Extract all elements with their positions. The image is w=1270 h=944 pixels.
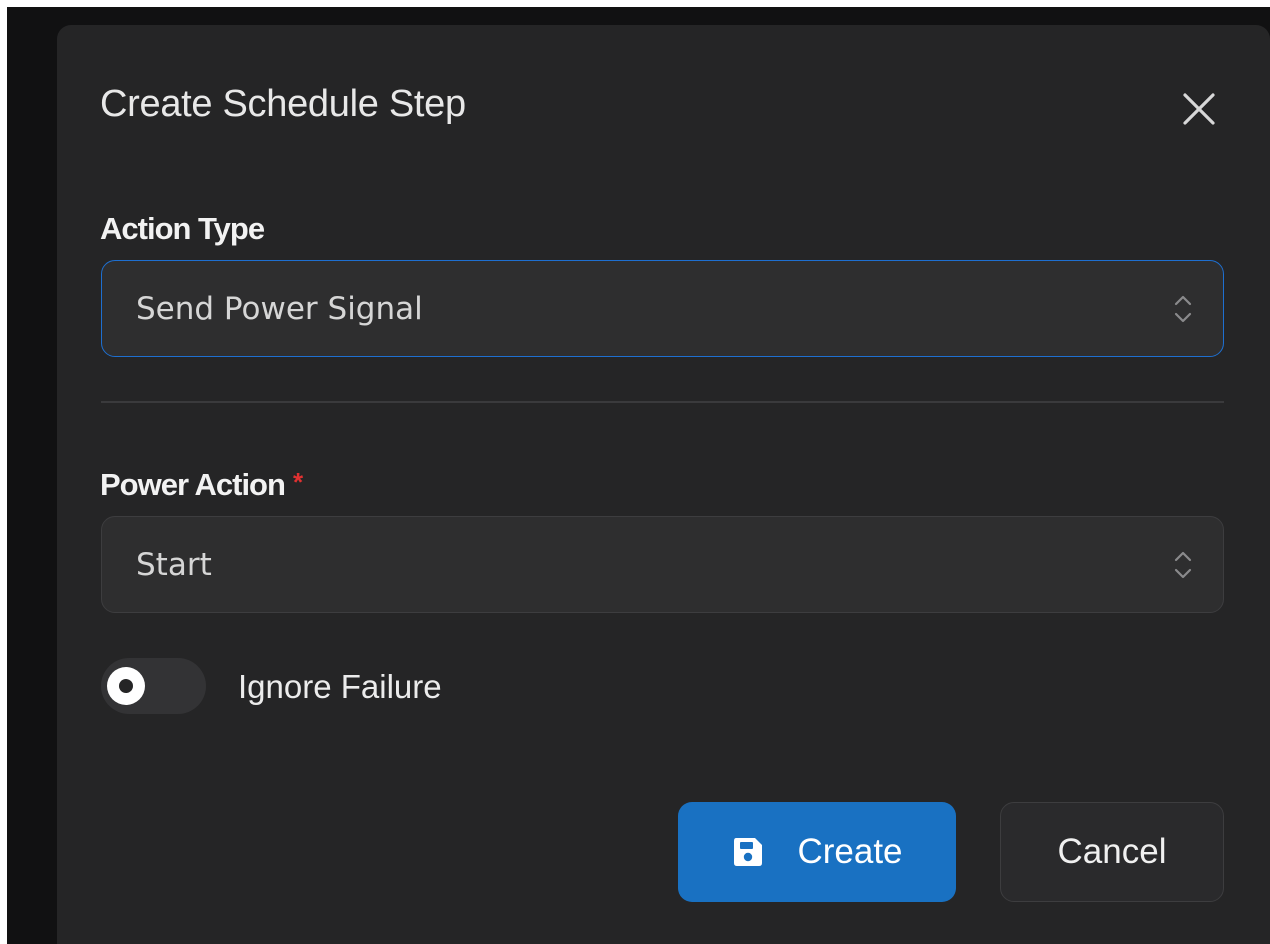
action-type-label: Action Type [100,211,265,247]
dialog-title: Create Schedule Step [100,83,466,125]
close-icon [1183,93,1215,125]
create-button[interactable]: Create [678,802,956,902]
create-button-label: Create [797,832,903,871]
cancel-button[interactable]: Cancel [1000,802,1224,902]
create-schedule-step-dialog: Create Schedule Step Action Type Send Po… [57,25,1270,944]
toggle-knob [107,667,145,705]
cancel-button-label: Cancel [1057,832,1167,871]
power-action-select[interactable]: Start [101,516,1224,613]
power-action-label: Power Action * [100,467,303,503]
ignore-failure-label[interactable]: Ignore Failure [238,668,442,706]
chevron-up-down-icon [1174,295,1192,322]
save-icon [731,835,765,869]
ignore-failure-toggle[interactable] [101,658,206,714]
chevron-up-down-icon [1174,551,1192,578]
section-divider [101,401,1224,403]
close-button[interactable] [1175,85,1223,133]
action-type-select[interactable]: Send Power Signal [101,260,1224,357]
required-marker: * [292,467,303,497]
action-type-value: Send Power Signal [136,290,423,327]
power-action-value: Start [136,546,212,583]
action-type-label-text: Action Type [100,211,265,246]
power-action-label-text: Power Action [100,467,286,502]
